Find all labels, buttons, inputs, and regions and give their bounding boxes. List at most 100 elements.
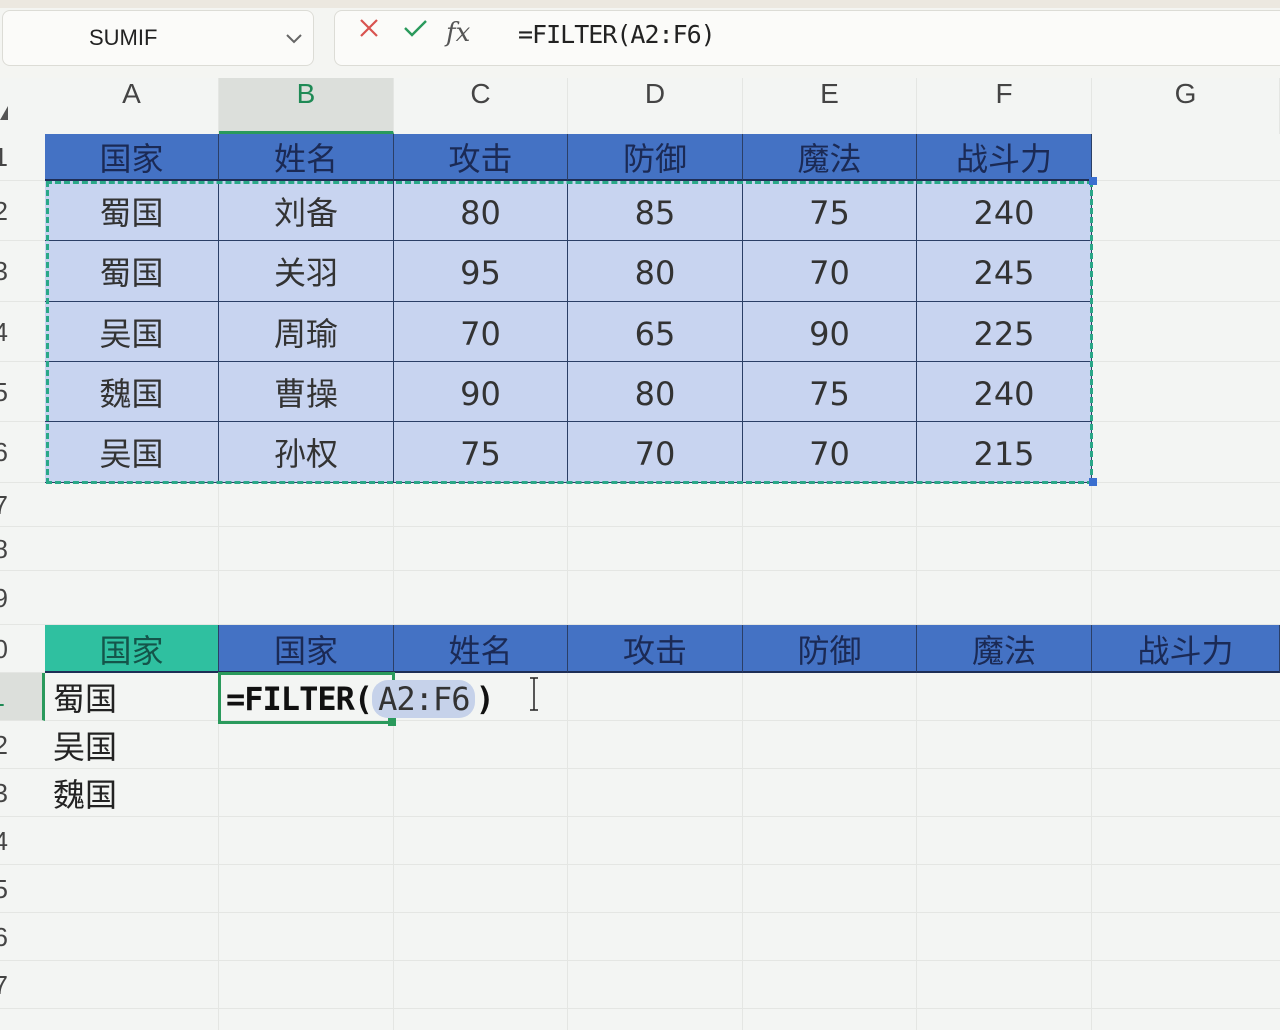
table-data-cell[interactable]: 吴国 bbox=[45, 422, 219, 483]
column-header-g[interactable]: G bbox=[1092, 78, 1280, 134]
table-header-cell[interactable]: 防御 bbox=[568, 134, 743, 181]
table-data-cell[interactable]: 蜀国 bbox=[45, 181, 219, 241]
result-header-cell[interactable]: 国家 bbox=[45, 625, 219, 673]
row-header-1[interactable]: 1 bbox=[0, 134, 45, 181]
result-data-cell[interactable]: 吴国 bbox=[45, 721, 219, 769]
table-data-cell[interactable]: 245 bbox=[917, 241, 1092, 302]
row-header-13[interactable]: 13 bbox=[0, 769, 45, 817]
name-box[interactable]: SUMIF bbox=[2, 10, 314, 66]
table-header-cell[interactable]: 战斗力 bbox=[917, 134, 1092, 181]
table-data-cell[interactable]: 240 bbox=[917, 362, 1092, 422]
spreadsheet-grid[interactable]: ABCDEFG 1234567891011121314151617 国家姓名攻击… bbox=[0, 78, 1280, 1030]
result-data-cell[interactable]: 魏国 bbox=[45, 769, 219, 817]
chevron-down-icon[interactable] bbox=[281, 25, 307, 51]
table-data-cell[interactable]: 孙权 bbox=[219, 422, 394, 483]
table-data-cell[interactable]: 65 bbox=[568, 302, 743, 362]
table-header-cell[interactable]: 国家 bbox=[45, 134, 219, 181]
row-number: 1 bbox=[0, 134, 8, 180]
table-data-cell[interactable]: 70 bbox=[743, 422, 917, 483]
row-number: 17 bbox=[0, 961, 8, 1008]
table-data-cell[interactable]: 80 bbox=[568, 362, 743, 422]
check-icon[interactable] bbox=[398, 12, 432, 44]
row-header-2[interactable]: 2 bbox=[0, 181, 45, 241]
row-header-11[interactable]: 11 bbox=[0, 673, 45, 721]
grid-hline bbox=[45, 960, 1280, 961]
result-header-cell[interactable]: 防御 bbox=[743, 625, 917, 673]
table-data-cell[interactable]: 80 bbox=[568, 241, 743, 302]
grid-hline bbox=[45, 526, 1280, 527]
column-header-f[interactable]: F bbox=[917, 78, 1092, 134]
row-number: 7 bbox=[0, 483, 8, 526]
table-data-cell[interactable]: 关羽 bbox=[219, 241, 394, 302]
table-data-cell[interactable]: 75 bbox=[394, 422, 568, 483]
column-header-c[interactable]: C bbox=[394, 78, 568, 134]
row-header-8[interactable]: 8 bbox=[0, 527, 45, 571]
row-header-17[interactable]: 17 bbox=[0, 961, 45, 1009]
table-data-cell[interactable]: 70 bbox=[394, 302, 568, 362]
table-data-cell[interactable]: 曹操 bbox=[219, 362, 394, 422]
table-header-cell[interactable]: 攻击 bbox=[394, 134, 568, 181]
marquee-handle[interactable] bbox=[1089, 177, 1097, 185]
table-data-cell[interactable]: 70 bbox=[568, 422, 743, 483]
row-header-16[interactable]: 16 bbox=[0, 913, 45, 961]
formula-input-box[interactable] bbox=[334, 10, 1280, 66]
row-number: 11 bbox=[0, 673, 5, 720]
row-number: 8 bbox=[0, 527, 8, 570]
column-header-b[interactable]: B bbox=[219, 78, 394, 134]
fill-handle[interactable] bbox=[388, 718, 396, 726]
row-number: 2 bbox=[0, 181, 8, 240]
marquee-handle[interactable] bbox=[1089, 478, 1097, 486]
table-data-cell[interactable]: 225 bbox=[917, 302, 1092, 362]
row-number: 15 bbox=[0, 865, 8, 912]
table-data-cell[interactable]: 85 bbox=[568, 181, 743, 241]
table-header-cell[interactable]: 姓名 bbox=[219, 134, 394, 181]
row-number: 13 bbox=[0, 769, 8, 816]
row-header-4[interactable]: 4 bbox=[0, 302, 45, 362]
table-data-cell[interactable]: 80 bbox=[394, 181, 568, 241]
table-data-cell[interactable]: 90 bbox=[743, 302, 917, 362]
row-number: 6 bbox=[0, 422, 8, 482]
table-header-cell[interactable]: 魔法 bbox=[743, 134, 917, 181]
column-header-a[interactable]: A bbox=[45, 78, 219, 134]
row-header-10[interactable]: 10 bbox=[0, 625, 45, 673]
row-header-6[interactable]: 6 bbox=[0, 422, 45, 483]
fx-icon[interactable]: fx bbox=[446, 18, 470, 48]
formula-text[interactable]: =FILTER(A2:F6) bbox=[518, 20, 716, 49]
column-header-e[interactable]: E bbox=[743, 78, 917, 134]
table-data-cell[interactable]: 75 bbox=[743, 181, 917, 241]
table-data-cell[interactable]: 周瑜 bbox=[219, 302, 394, 362]
table-data-cell[interactable]: 吴国 bbox=[45, 302, 219, 362]
close-icon[interactable] bbox=[352, 12, 386, 44]
table-data-cell[interactable]: 70 bbox=[743, 241, 917, 302]
row-header-7[interactable]: 7 bbox=[0, 483, 45, 527]
result-header-cell[interactable]: 国家 bbox=[219, 625, 394, 673]
row-header-12[interactable]: 12 bbox=[0, 721, 45, 769]
table-data-cell[interactable]: 刘备 bbox=[219, 181, 394, 241]
row-header-3[interactable]: 3 bbox=[0, 241, 45, 302]
result-header-cell[interactable]: 魔法 bbox=[917, 625, 1092, 673]
table-data-cell[interactable]: 蜀国 bbox=[45, 241, 219, 302]
table-data-cell[interactable]: 240 bbox=[917, 181, 1092, 241]
table-data-cell[interactable]: 95 bbox=[394, 241, 568, 302]
row-header-5[interactable]: 5 bbox=[0, 362, 45, 422]
row-header-15[interactable]: 15 bbox=[0, 865, 45, 913]
row-header-14[interactable]: 14 bbox=[0, 817, 45, 865]
text-cursor-icon bbox=[527, 676, 541, 712]
row-number: 5 bbox=[0, 362, 8, 421]
column-header-d[interactable]: D bbox=[568, 78, 743, 134]
result-header-cell[interactable]: 攻击 bbox=[568, 625, 743, 673]
result-header-cell[interactable]: 战斗力 bbox=[1092, 625, 1280, 673]
select-all-corner[interactable] bbox=[0, 78, 45, 134]
table-data-cell[interactable]: 75 bbox=[743, 362, 917, 422]
row-number: 9 bbox=[0, 571, 8, 624]
row-header-9[interactable]: 9 bbox=[0, 571, 45, 625]
grid-hline bbox=[45, 912, 1280, 913]
table-data-cell[interactable]: 215 bbox=[917, 422, 1092, 483]
result-header-cell[interactable]: 姓名 bbox=[394, 625, 568, 673]
cell-edit-formula[interactable]: =FILTER(A2:F6) bbox=[226, 680, 495, 718]
grid-hline bbox=[45, 816, 1280, 817]
result-data-cell[interactable]: 蜀国 bbox=[45, 673, 219, 721]
formula-bar: SUMIF fx =FILTER(A2:F6) bbox=[0, 0, 1280, 78]
table-data-cell[interactable]: 90 bbox=[394, 362, 568, 422]
table-data-cell[interactable]: 魏国 bbox=[45, 362, 219, 422]
